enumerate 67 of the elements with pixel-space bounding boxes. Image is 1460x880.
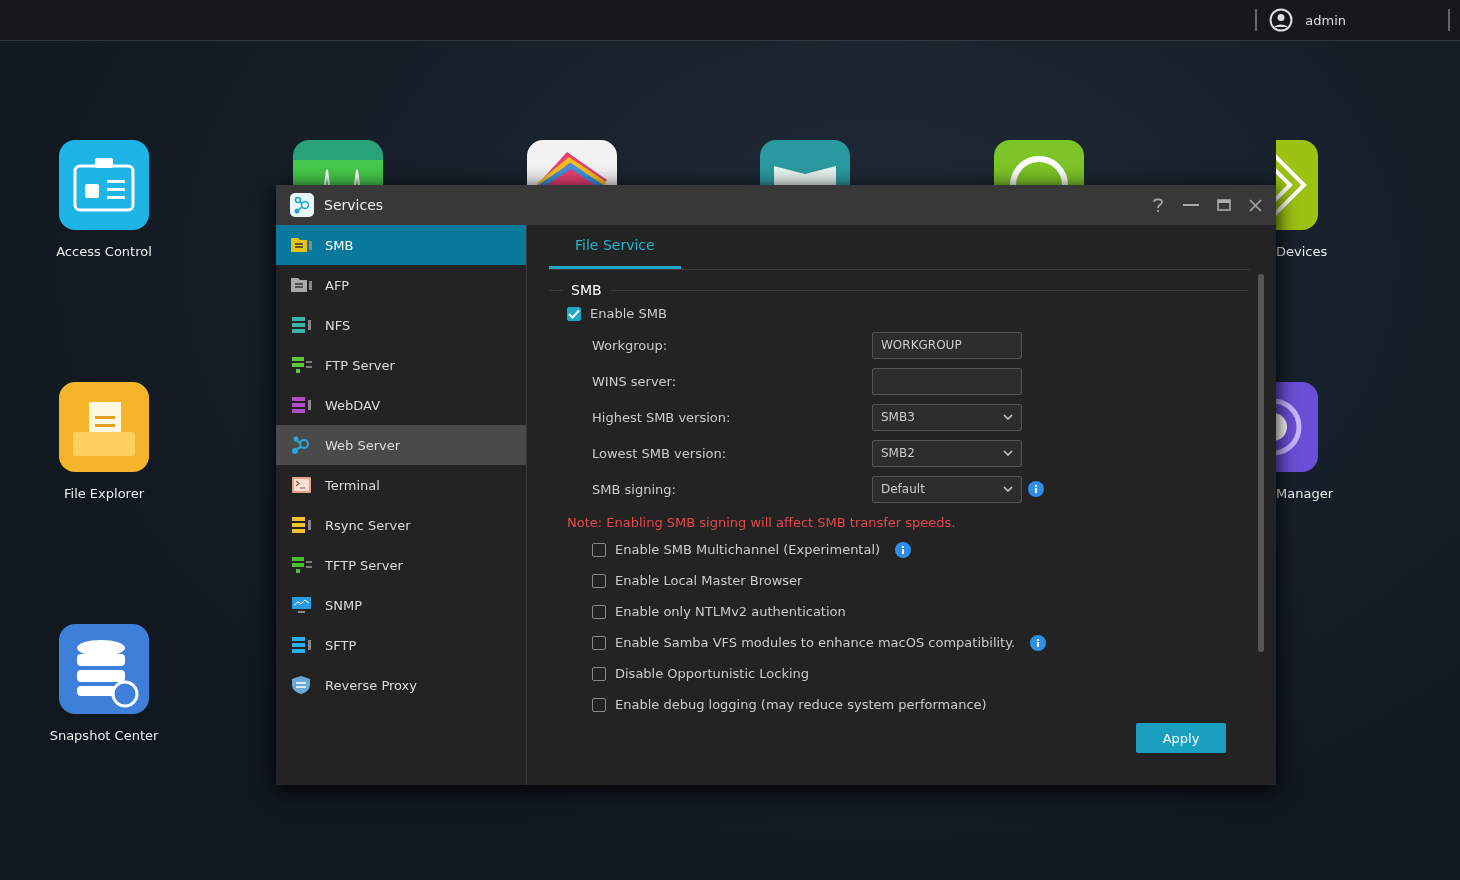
field-label: Workgroup: (592, 337, 669, 353)
database-app-icon[interactable] (59, 624, 149, 714)
checkbox-label[interactable]: Enable Samba VFS modules to enhance macOS compatibility. (615, 635, 1016, 650)
dropdown[interactable]: SMB3 (872, 403, 1022, 431)
sidebar-item[interactable]: Rsync Server (276, 505, 526, 545)
chevron-down-icon (1003, 486, 1013, 492)
close-icon[interactable] (1249, 198, 1262, 212)
field-label: SMB signing: (592, 481, 677, 497)
disc-app-icon[interactable] (1276, 382, 1318, 472)
diamond-app-icon[interactable] (1276, 140, 1318, 230)
monitor-app-icon[interactable] (293, 140, 383, 185)
sidebar-item[interactable]: FTP Server (276, 345, 526, 385)
folder-app-icon[interactable] (59, 382, 149, 472)
input-field[interactable] (872, 367, 1022, 395)
user-name[interactable]: admin (1305, 12, 1346, 28)
tab[interactable]: File Service (549, 225, 681, 269)
services-app-icon (290, 193, 314, 217)
scrollbar[interactable] (1258, 274, 1264, 652)
sidebar-item[interactable]: SMB (276, 225, 526, 265)
dropdown[interactable]: SMB2 (872, 439, 1022, 467)
sidebar-item[interactable]: WebDAV (276, 385, 526, 425)
sidebar-item[interactable]: SFTP (276, 625, 526, 665)
checkbox[interactable] (592, 666, 606, 681)
section-title: SMB (571, 282, 602, 298)
app-label[interactable]: Manager (1276, 486, 1333, 501)
checkbox-label[interactable]: Enable SMB (590, 306, 667, 321)
chevron-down-icon (1003, 414, 1013, 420)
layers-app-icon[interactable] (527, 140, 617, 185)
info-icon[interactable] (1028, 481, 1044, 497)
checkbox-label[interactable]: Enable debug logging (may reduce system performance) (615, 697, 987, 712)
map-app-icon[interactable] (760, 140, 850, 185)
ring-app-icon[interactable] (994, 140, 1084, 185)
warning-note: Note: Enabling SMB signing will affect SMB transfer speeds. (566, 515, 957, 530)
field-label: Lowest SMB version: (592, 445, 728, 461)
app-label[interactable]: Access Control (19, 244, 189, 259)
app-label[interactable]: File Explorer (19, 486, 189, 501)
badge-app-icon[interactable] (59, 140, 149, 230)
help-icon[interactable] (1151, 197, 1165, 213)
sidebar-item[interactable]: TFTP Server (276, 545, 526, 585)
checkbox-label[interactable]: Enable Local Master Browser (615, 573, 803, 588)
sidebar-item[interactable]: SNMP (276, 585, 526, 625)
checkbox-label[interactable]: Enable only NTLMv2 authentication (615, 604, 846, 619)
checkbox-label[interactable]: Disable Opportunistic Locking (615, 666, 810, 681)
input-field[interactable]: WORKGROUP (872, 331, 1022, 359)
field-label: Highest SMB version: (592, 409, 732, 425)
user-icon[interactable] (1269, 8, 1294, 32)
checkbox[interactable] (592, 604, 606, 619)
app-label[interactable]: Snapshot Center (19, 728, 189, 743)
info-icon[interactable] (895, 541, 912, 558)
sidebar-item[interactable]: Terminal (276, 465, 526, 505)
app-label[interactable]: Devices (1276, 244, 1328, 259)
sidebar-item[interactable]: NFS (276, 305, 526, 345)
checkbox[interactable] (592, 542, 606, 557)
sidebar-item[interactable]: Reverse Proxy (276, 665, 526, 705)
maximize-icon[interactable] (1217, 199, 1231, 211)
sidebar-item[interactable]: AFP (276, 265, 526, 305)
dropdown[interactable]: Default (872, 475, 1022, 503)
info-icon[interactable] (1030, 634, 1047, 651)
checkbox-label[interactable]: Enable SMB Multichannel (Experimental) (615, 542, 881, 557)
checkbox[interactable] (592, 635, 606, 650)
field-label: WINS server: (592, 373, 678, 389)
window-title: Services (324, 197, 384, 213)
checkbox[interactable] (592, 573, 606, 588)
checkbox[interactable] (592, 697, 606, 712)
chevron-down-icon (1003, 450, 1013, 456)
checkbox[interactable] (567, 306, 581, 321)
sidebar-item[interactable]: Web Server (276, 425, 526, 465)
